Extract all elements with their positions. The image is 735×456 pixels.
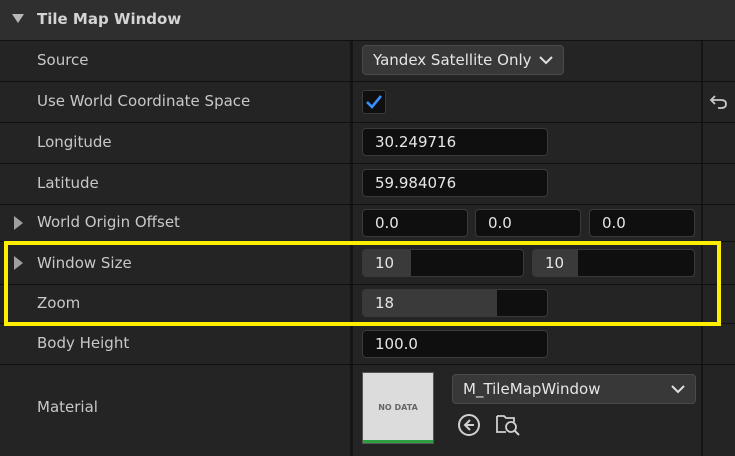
section-header[interactable]: Tile Map Window bbox=[0, 0, 735, 41]
caret-right-icon[interactable] bbox=[14, 216, 24, 230]
world-origin-y-value: 0.0 bbox=[488, 214, 512, 232]
row-source: Source Yandex Satellite Only bbox=[0, 41, 735, 82]
material-label: Material bbox=[37, 398, 98, 416]
source-dropdown[interactable]: Yandex Satellite Only bbox=[362, 45, 564, 75]
window-size-x-value: 10 bbox=[375, 254, 395, 272]
caret-down-icon[interactable] bbox=[12, 14, 24, 24]
row-latitude: Latitude 59.984076 bbox=[0, 164, 735, 205]
zoom-slider[interactable]: 18 bbox=[362, 289, 548, 317]
world-origin-x-value: 0.0 bbox=[375, 214, 399, 232]
source-label: Source bbox=[37, 51, 89, 69]
row-world-origin-offset: World Origin Offset 0.0 0.0 0.0 bbox=[0, 205, 735, 242]
thumbnail-color-bar bbox=[363, 440, 433, 443]
material-asset-value: M_TileMapWindow bbox=[463, 380, 601, 398]
row-body-height: Body Height 100.0 bbox=[0, 324, 735, 365]
world-origin-y-input[interactable]: 0.0 bbox=[475, 209, 581, 237]
zoom-label: Zoom bbox=[37, 294, 81, 312]
source-value: Yandex Satellite Only bbox=[373, 51, 532, 69]
body-height-label: Body Height bbox=[37, 334, 130, 352]
window-size-y-slider[interactable]: 10 bbox=[532, 249, 695, 277]
reset-to-default-icon[interactable] bbox=[709, 94, 729, 110]
longitude-input[interactable]: 30.249716 bbox=[362, 128, 548, 156]
world-origin-x-input[interactable]: 0.0 bbox=[362, 209, 468, 237]
zoom-value: 18 bbox=[375, 294, 395, 312]
row-longitude: Longitude 30.249716 bbox=[0, 123, 735, 164]
material-asset-dropdown[interactable]: M_TileMapWindow bbox=[452, 374, 696, 404]
browse-asset-icon[interactable] bbox=[495, 412, 521, 436]
chevron-down-icon bbox=[671, 385, 685, 394]
world-origin-z-value: 0.0 bbox=[602, 214, 626, 232]
row-use-world-coordinate-space: Use World Coordinate Space bbox=[0, 82, 735, 123]
arrow-left-circle-icon[interactable] bbox=[457, 413, 481, 437]
caret-right-icon[interactable] bbox=[14, 256, 24, 270]
latitude-label: Latitude bbox=[37, 174, 99, 192]
section-title: Tile Map Window bbox=[37, 10, 182, 28]
window-size-x-slider[interactable]: 10 bbox=[362, 249, 524, 277]
longitude-label: Longitude bbox=[37, 133, 112, 151]
checkmark-icon bbox=[366, 95, 383, 109]
latitude-input[interactable]: 59.984076 bbox=[362, 169, 548, 197]
chevron-down-icon bbox=[539, 56, 553, 65]
body-height-input[interactable]: 100.0 bbox=[362, 330, 548, 358]
world-origin-z-input[interactable]: 0.0 bbox=[589, 209, 695, 237]
use-world-coordinate-space-checkbox[interactable] bbox=[362, 90, 386, 114]
material-thumbnail[interactable]: NO DATA bbox=[362, 372, 434, 444]
window-size-y-value: 10 bbox=[545, 254, 565, 272]
row-zoom: Zoom 18 bbox=[0, 285, 735, 324]
thumbnail-no-data-text: NO DATA bbox=[378, 403, 418, 412]
use-world-coordinate-space-label: Use World Coordinate Space bbox=[37, 92, 251, 110]
row-window-size: Window Size 10 10 bbox=[0, 242, 735, 285]
body-height-value: 100.0 bbox=[375, 335, 418, 353]
world-origin-offset-label: World Origin Offset bbox=[37, 213, 180, 231]
window-size-label: Window Size bbox=[37, 254, 132, 272]
latitude-value: 59.984076 bbox=[375, 174, 457, 192]
longitude-value: 30.249716 bbox=[375, 133, 457, 151]
